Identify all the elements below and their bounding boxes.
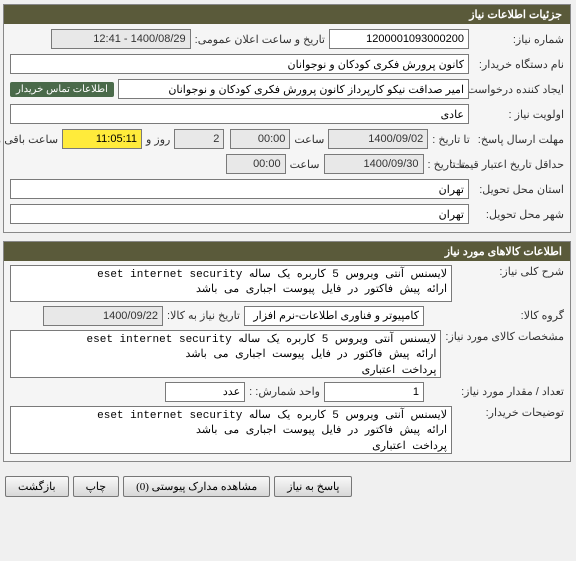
request-no-field[interactable] [330,29,470,49]
creator-label: ایجاد کننده درخواست: [470,83,565,96]
to-date-label1: تا تاریخ : [429,133,474,146]
deadline-time-field [231,129,291,149]
qty-label: تعداد / مقدار مورد نیاز: [425,385,565,398]
unit-label: واحد شمارش: : [246,385,325,398]
city-field[interactable] [11,204,470,224]
hours-remain-label: ساعت باقی مانده [0,133,63,146]
priority-label: اولویت نیاز : [470,108,565,121]
days-remain-field [175,129,225,149]
notes-label: توضیحات خریدار: [453,406,565,419]
group-field[interactable] [245,306,425,326]
validity-time-field [227,154,287,174]
button-row: پاسخ به نیاز مشاهده مدارک پیوستی (0) چاپ… [0,470,576,503]
print-button[interactable]: چاپ [74,476,121,497]
public-date-label: تاریخ و ساعت اعلان عمومی: [192,33,330,46]
need-date-field [44,306,164,326]
priority-field[interactable] [11,104,470,124]
reply-button[interactable]: پاسخ به نیاز [275,476,353,497]
spec-field[interactable] [11,330,442,378]
group-label: گروه کالا: [425,309,565,322]
to-date-label2: تا تاریخ : [425,158,470,171]
summary-label: شرح کلی نیاز: [453,265,565,278]
need-date-label: تاریخ نیاز به کالا: [164,309,245,322]
public-date-field [52,29,192,49]
summary-field[interactable] [11,265,453,302]
back-button[interactable]: بازگشت [6,476,70,497]
qty-field[interactable] [325,382,425,402]
attachments-button[interactable]: مشاهده مدارک پیوستی (0) [124,476,271,497]
request-no-label: شماره نیاز: [470,33,565,46]
creator-field[interactable] [119,79,470,99]
need-details-panel: جزئیات اطلاعات نیاز شماره نیاز: تاریخ و … [4,4,572,233]
validity-date-field [325,154,425,174]
panel1-title: جزئیات اطلاعات نیاز [5,5,571,24]
goods-info-panel: اطلاعات کالاهای مورد نیاز شرح کلی نیاز: … [4,241,572,462]
time-label2: ساعت [287,158,325,171]
unit-field[interactable] [166,382,246,402]
spec-label: مشخصات کالای مورد نیاز: [442,330,565,343]
org-field[interactable] [11,54,470,74]
deadline-label: مهلت ارسال پاسخ: [475,133,565,146]
days-remain-label: روز و [143,133,175,146]
validity-label: حداقل تاریخ اعتبار قیمت: [470,158,565,171]
province-field[interactable] [11,179,470,199]
deadline-date-field [329,129,429,149]
province-label: استان محل تحویل: [470,183,565,196]
notes-field[interactable] [11,406,453,454]
org-label: نام دستگاه خریدار: [470,58,565,71]
hours-remain-field [63,129,143,149]
contact-link[interactable]: اطلاعات تماس خریدار [11,82,115,97]
panel2-title: اطلاعات کالاهای مورد نیاز [5,242,571,261]
city-label: شهر محل تحویل: [470,208,565,221]
time-label1: ساعت [291,133,329,146]
